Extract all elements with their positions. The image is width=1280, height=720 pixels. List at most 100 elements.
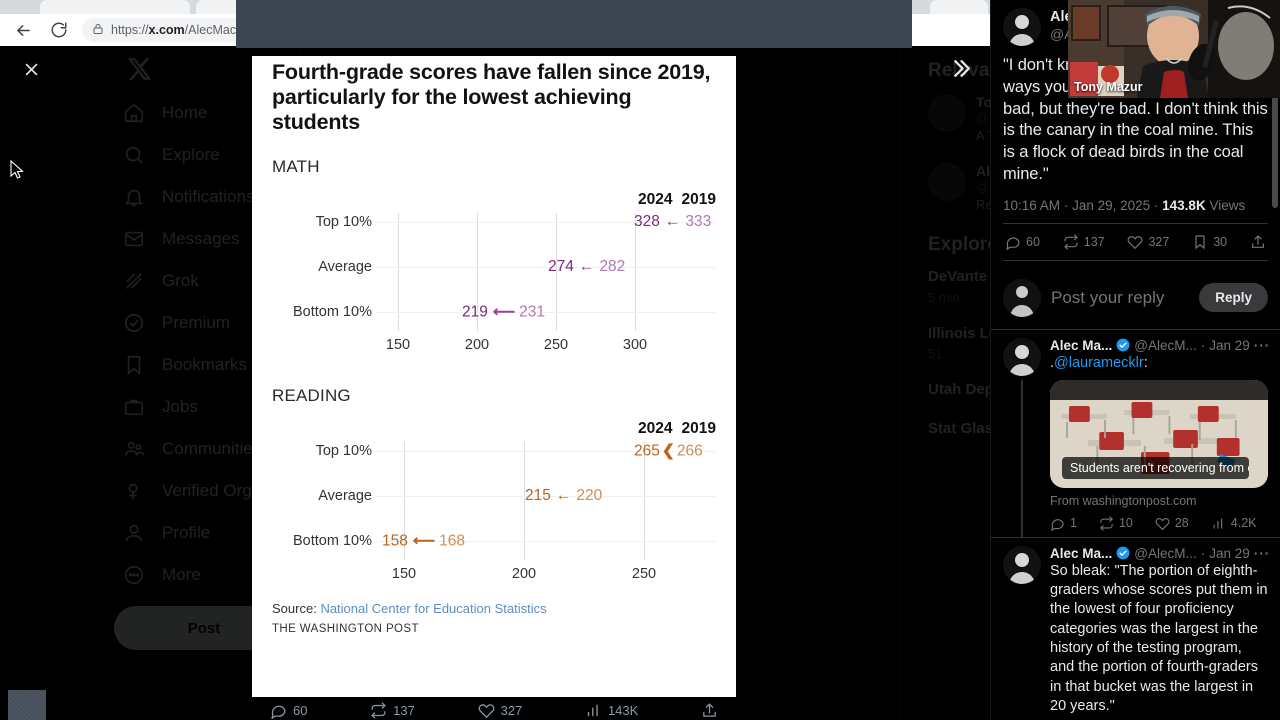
main-tweet-meta: 10:16 AM · Jan 29, 2025 · 143.8K Views <box>1003 198 1268 213</box>
reply-composer: Post your reply Reply <box>1003 271 1268 329</box>
more-options-icon[interactable]: ··· <box>1254 546 1271 561</box>
reply-author-name[interactable]: Alec Ma... <box>1050 338 1112 353</box>
mention-link[interactable]: @lauramecklr <box>1054 355 1144 371</box>
reply-input[interactable]: Post your reply <box>1051 288 1189 308</box>
math-pair-average: 274 ← 282 <box>548 258 625 276</box>
reply-count: 60 <box>293 702 308 718</box>
reply-text: So bleak: "The portion of eighth-graders… <box>1050 562 1268 714</box>
reload-icon[interactable] <box>46 17 72 43</box>
math-pair-bottom10: 219 ⟵ 231 <box>462 303 545 322</box>
share-icon[interactable] <box>1250 234 1266 250</box>
image-lightbox-graphic[interactable]: Fourth-grade scores have fallen since 20… <box>252 56 736 697</box>
reply-action[interactable]: 1 <box>1050 516 1077 531</box>
reply-tweet[interactable]: Alec Ma... @AlecM... · Jan 29 ··· .@laur… <box>991 328 1280 537</box>
double-chevron-right-icon[interactable] <box>948 56 973 86</box>
reply-action[interactable]: 60 <box>1005 234 1040 250</box>
separator-dot: · <box>1200 337 1206 353</box>
math-chart: 2024 2019 Top 10% Average Bottom 10% 328… <box>272 191 716 356</box>
reply-tweet[interactable]: Alec Ma... @AlecM... · Jan 29 ··· So ble… <box>991 536 1280 720</box>
math-2024-value: 274 <box>548 258 574 276</box>
lock-icon <box>92 23 104 38</box>
mouse-cursor <box>10 159 24 185</box>
reply-actions: 1 10 28 4.2K <box>1050 516 1268 531</box>
reply-action[interactable]: 60 <box>270 702 307 719</box>
screenshare-occlusion-corner <box>8 690 46 720</box>
x-tick: 300 <box>622 337 648 354</box>
like-action[interactable]: 28 <box>1155 516 1189 531</box>
x-tick: 150 <box>385 337 411 354</box>
views-label: Views <box>1209 197 1246 213</box>
reply-header: Alec Ma... @AlecM... · Jan 29 ··· <box>1050 337 1271 353</box>
math-row-label: Top 10% <box>315 214 372 231</box>
bookmark-action[interactable]: 30 <box>1192 234 1227 250</box>
verified-badge-icon <box>1116 338 1130 352</box>
repost-action[interactable]: 137 <box>370 701 415 719</box>
separator-dot: · <box>1200 545 1206 561</box>
gridline-average <box>376 267 716 269</box>
like-action[interactable]: 327 <box>478 702 522 719</box>
source-link[interactable]: National Center for Education Statistics <box>320 601 546 616</box>
reading-row-label: Average <box>318 488 372 505</box>
avatar[interactable] <box>1003 545 1041 584</box>
reply-header: Alec Ma... @AlecM... · Jan 29 ··· <box>1050 545 1271 561</box>
legend-2024: 2024 <box>638 420 673 438</box>
x-tick: 200 <box>511 566 537 583</box>
back-arrow-icon[interactable] <box>10 17 36 43</box>
decline-arrow-icon: ← <box>578 258 595 276</box>
gridline-150 <box>398 213 399 332</box>
repost-action[interactable]: 10 <box>1099 516 1133 531</box>
close-icon[interactable] <box>14 52 48 86</box>
decline-arrow-icon: ← <box>664 213 681 231</box>
verified-badge-icon <box>1116 546 1130 560</box>
legend-2019: 2019 <box>681 420 716 438</box>
reply-count: 1 <box>1070 516 1077 531</box>
avatar[interactable] <box>1003 337 1041 376</box>
math-grid: Top 10% Average Bottom 10% 328 ← 333 274 ← 2… <box>272 213 716 332</box>
browser-tab[interactable] <box>40 0 190 14</box>
link-card-source: From washingtonpost.com <box>1050 493 1197 508</box>
tweet-time: 10:16 AM <box>1003 197 1061 213</box>
link-preview-card[interactable]: Students aren't recovering from c... <box>1050 379 1268 488</box>
math-legend: 2024 2019 <box>638 191 716 209</box>
thread-connector <box>1021 379 1023 537</box>
reading-pair-bottom10: 158 ⟵ 168 <box>382 532 465 551</box>
gridline-bottom10 <box>376 312 716 314</box>
x-tick: 250 <box>631 566 657 583</box>
avatar[interactable] <box>1003 278 1041 317</box>
graphic-title: Fourth-grade scores have fallen since 20… <box>272 60 711 135</box>
math-2024-value: 328 <box>634 213 660 231</box>
avatar[interactable] <box>1003 8 1041 46</box>
math-2019-value: 333 <box>685 213 712 231</box>
more-options-icon[interactable]: ··· <box>1254 338 1271 353</box>
webcam-overlay: Tony Mazur <box>1068 0 1280 98</box>
reading-row-label: Bottom 10% <box>293 533 372 550</box>
screenshare-occlusion-top <box>236 0 912 48</box>
divider <box>1003 259 1268 261</box>
reading-pair-average: 215 ← 220 <box>525 487 602 505</box>
address-bar-url: https://x.com/AlecMac <box>111 23 237 37</box>
reply-button[interactable]: Reply <box>1199 283 1268 313</box>
views-count: 143K <box>607 702 639 718</box>
share-icon[interactable] <box>701 702 718 719</box>
views-action[interactable]: 4.2K <box>1211 516 1256 531</box>
reply-body: Alec Ma... @AlecM... · Jan 29 ··· So ble… <box>1050 545 1271 716</box>
reply-author-name[interactable]: Alec Ma... <box>1050 546 1112 561</box>
meta-separator: · <box>1153 197 1163 213</box>
repost-action[interactable]: 137 <box>1063 233 1105 250</box>
like-action[interactable]: 327 <box>1127 234 1169 250</box>
reading-legend: 2024 2019 <box>638 420 716 438</box>
reply-text: .@lauramecklr: <box>1050 354 1268 373</box>
graphic-credit: THE WASHINGTON POST <box>272 623 419 636</box>
link-card-caption: Students aren't recovering from c... <box>1062 456 1250 479</box>
browser-tab[interactable] <box>930 0 988 14</box>
reading-2024-value: 158 <box>382 532 408 550</box>
math-pair-top10: 328 ← 333 <box>634 213 711 231</box>
math-row-label: Bottom 10% <box>293 304 372 321</box>
tweet-date: Jan 29, 2025 <box>1072 197 1151 213</box>
math-row-label: Average <box>318 259 372 276</box>
legend-2019: 2019 <box>681 191 716 209</box>
reply-date: Jan 29 <box>1209 337 1250 353</box>
repost-count: 10 <box>1118 516 1133 531</box>
views-action[interactable]: 143K <box>585 702 638 719</box>
math-2024-value: 219 <box>462 303 488 321</box>
